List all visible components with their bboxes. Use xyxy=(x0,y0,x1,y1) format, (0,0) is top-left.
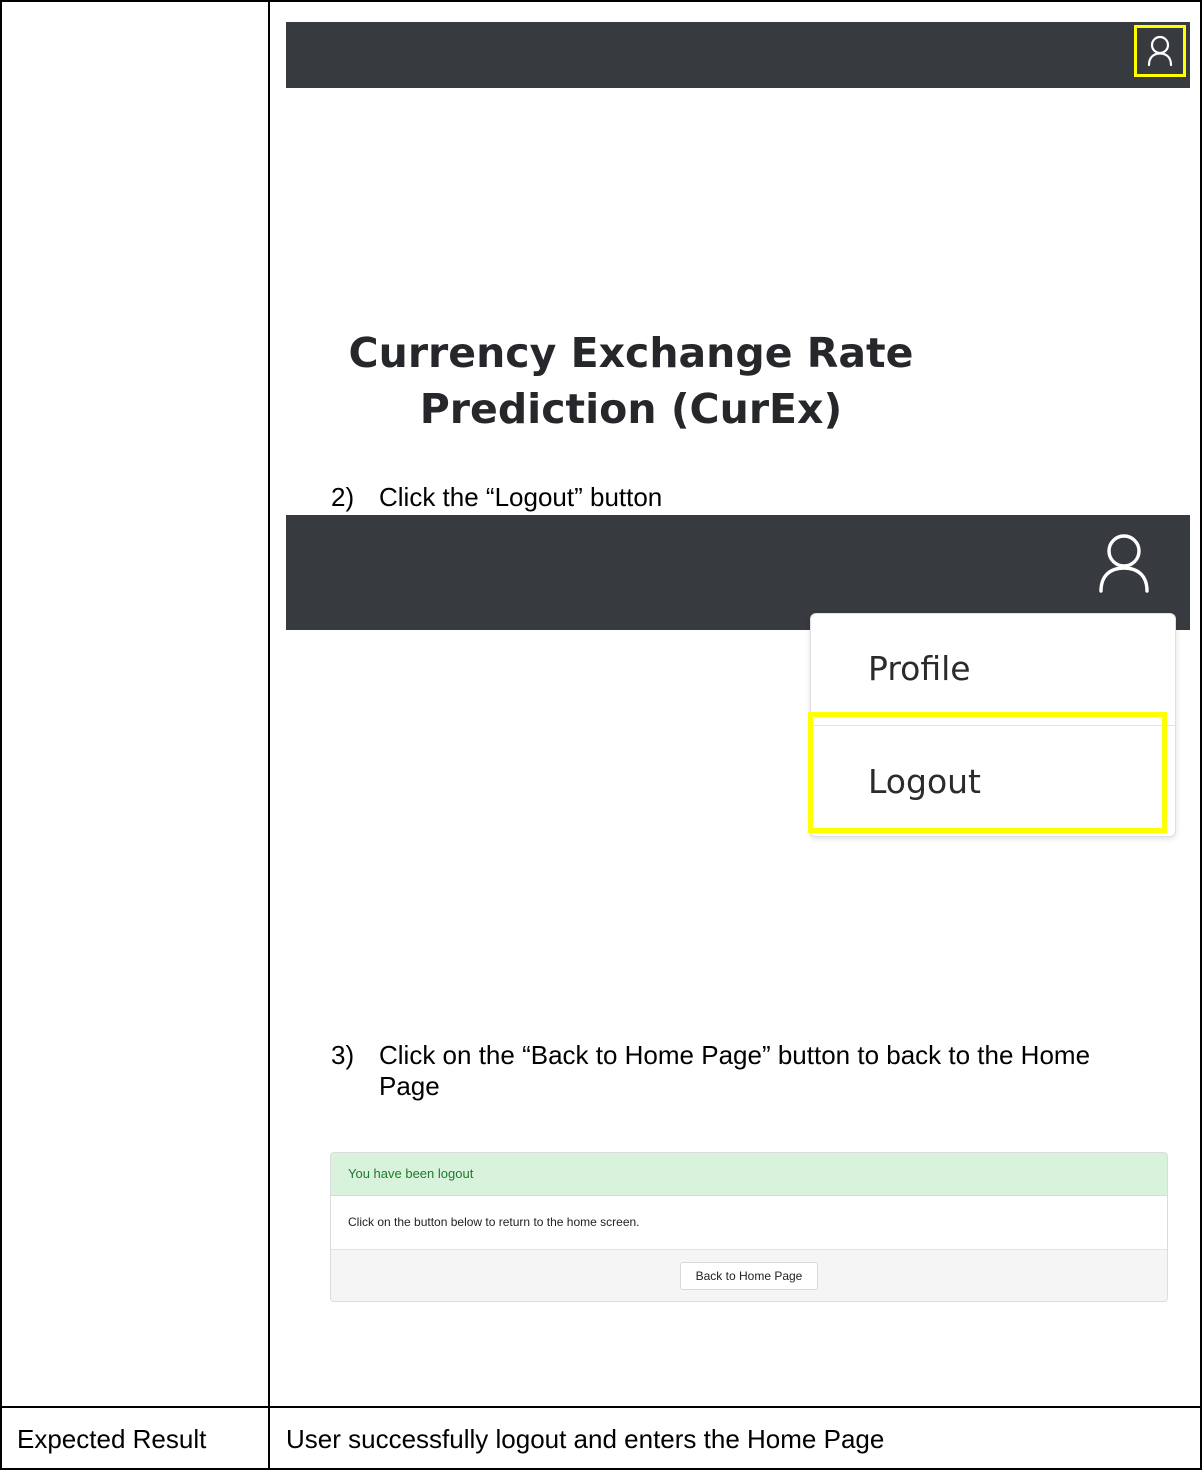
expected-result-label: Expected Result xyxy=(17,1424,207,1454)
expected-result-value: User successfully logout and enters the … xyxy=(286,1424,885,1454)
step-number: 3) xyxy=(331,1040,355,1070)
navbar-screenshot-1 xyxy=(286,22,1190,88)
back-to-home-button[interactable]: Back to Home Page xyxy=(680,1262,818,1290)
card-body-text: Click on the button below to return to t… xyxy=(348,1215,640,1229)
column-divider xyxy=(268,0,270,1470)
alert-title: You have been logout xyxy=(348,1166,474,1181)
table-left-border xyxy=(0,0,2,1470)
table-top-border xyxy=(0,0,1202,2)
card-footer: Back to Home Page xyxy=(331,1249,1167,1301)
row-divider xyxy=(0,1406,1202,1408)
logout-highlight xyxy=(808,712,1167,833)
step-text-line-2: Page xyxy=(379,1071,440,1101)
step-text: Click the “Logout” button xyxy=(379,482,663,512)
user-icon[interactable] xyxy=(1146,35,1174,67)
app-title-line-2: Prediction (CurEx) xyxy=(419,385,843,433)
alert-header: You have been logout xyxy=(331,1153,1167,1196)
app-title: Currency Exchange Rate Prediction (CurEx… xyxy=(286,325,976,437)
step-number: 2) xyxy=(331,482,355,512)
step-3: 3) Click on the “Back to Home Page” butt… xyxy=(331,1040,1191,1102)
app-title-line-1: Currency Exchange Rate xyxy=(348,329,914,377)
step-text-line-1: Click on the “Back to Home Page” button … xyxy=(379,1040,1091,1070)
step-2: 2) Click the “Logout” button xyxy=(331,482,1191,512)
menu-item-profile[interactable]: Profile xyxy=(868,649,971,688)
logout-card: You have been logout Click on the button… xyxy=(330,1152,1168,1302)
user-icon[interactable] xyxy=(1096,531,1152,595)
